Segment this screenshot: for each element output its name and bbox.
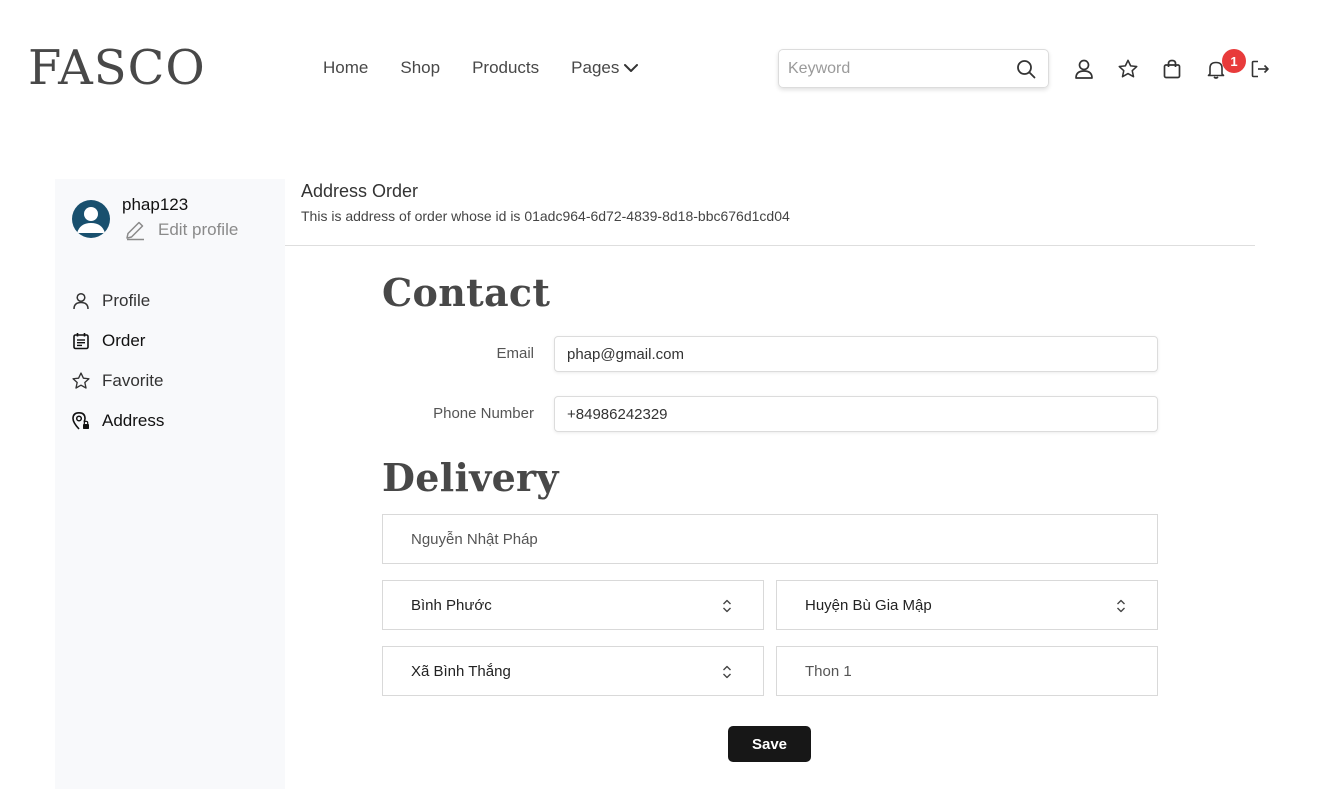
- recipient-name-value: Nguyễn Nhật Pháp: [411, 530, 538, 548]
- search-icon[interactable]: [1004, 50, 1048, 87]
- email-field[interactable]: phap@gmail.com: [554, 336, 1158, 372]
- sidebar-item-label: Address: [102, 411, 165, 430]
- nav-pages[interactable]: Pages: [571, 56, 639, 80]
- page-title: Address Order: [301, 181, 419, 201]
- edit-profile-link[interactable]: Edit profile: [124, 219, 238, 241]
- chevron-down-icon: [624, 64, 639, 72]
- street-field[interactable]: Thon 1: [776, 646, 1158, 696]
- sidebar-item-label: Favorite: [102, 371, 164, 390]
- nav-shop[interactable]: Shop: [400, 56, 440, 80]
- ward-value: Xã Bình Thắng: [411, 662, 511, 680]
- sidebar-item-address[interactable]: Address: [71, 401, 164, 441]
- street-value: Thon 1: [805, 662, 852, 680]
- star-icon: [71, 371, 91, 391]
- notification-badge: 1: [1222, 49, 1246, 73]
- recipient-name-field[interactable]: Nguyễn Nhật Pháp: [382, 514, 1158, 564]
- logout-icon[interactable]: [1248, 57, 1272, 81]
- phone-field[interactable]: +84986242329: [554, 396, 1158, 432]
- province-select[interactable]: Bình Phước: [382, 580, 764, 630]
- username: phap123: [122, 195, 189, 214]
- main-nav: Home Shop Products Pages: [323, 56, 671, 80]
- brand-logo[interactable]: FASCO: [28, 38, 206, 98]
- save-button[interactable]: Save: [728, 726, 811, 762]
- sidebar-item-label: Profile: [102, 291, 151, 310]
- page-subtitle: This is address of order whose id is 01a…: [301, 208, 790, 224]
- district-value: Huyện Bù Gia Mập: [805, 596, 932, 614]
- user-icon: [71, 291, 91, 311]
- pencil-icon: [126, 221, 144, 241]
- province-value: Bình Phước: [411, 596, 492, 614]
- account-sidebar: phap123 Edit profile Profile Order Favor…: [55, 179, 285, 789]
- sidebar-menu: Profile Order Favorite Address: [71, 281, 164, 441]
- bag-icon[interactable]: [1160, 57, 1184, 81]
- sidebar-item-profile[interactable]: Profile: [71, 281, 164, 321]
- avatar: [72, 200, 110, 238]
- email-label: Email: [496, 345, 534, 362]
- star-icon[interactable]: [1116, 57, 1140, 81]
- phone-label: Phone Number: [433, 405, 534, 422]
- chevron-up-down-icon: [1117, 599, 1125, 613]
- nav-products[interactable]: Products: [472, 56, 539, 80]
- section-divider: [285, 245, 1255, 246]
- nav-home[interactable]: Home: [323, 56, 368, 80]
- sidebar-item-favorite[interactable]: Favorite: [71, 361, 164, 401]
- sidebar-item-order[interactable]: Order: [71, 321, 164, 361]
- nav-pages-label: Pages: [571, 58, 620, 77]
- search-input[interactable]: [779, 50, 1004, 87]
- location-pin-icon: [71, 411, 91, 431]
- user-icon[interactable]: [1072, 57, 1096, 81]
- sidebar-item-label: Order: [102, 331, 146, 350]
- district-select[interactable]: Huyện Bù Gia Mập: [776, 580, 1158, 630]
- contact-heading: Contact: [382, 270, 551, 315]
- edit-profile-label: Edit profile: [158, 220, 239, 239]
- calendar-list-icon: [71, 331, 91, 351]
- chevron-up-down-icon: [723, 599, 731, 613]
- search-bar: [778, 49, 1049, 88]
- chevron-up-down-icon: [723, 665, 731, 679]
- delivery-heading: Delivery: [382, 455, 559, 500]
- ward-select[interactable]: Xã Bình Thắng: [382, 646, 764, 696]
